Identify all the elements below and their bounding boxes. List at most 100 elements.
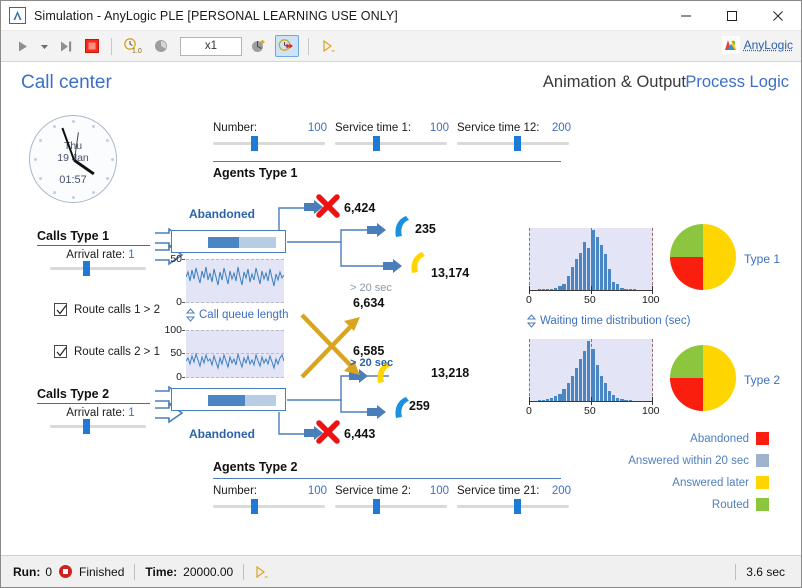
histogram-bars [529,228,653,290]
tab-process-logic[interactable]: Process Logic [685,73,789,92]
histogram-bar [591,349,595,401]
phone-yellow-1-icon [411,252,425,273]
tab-animation-output[interactable]: Animation & Output [543,73,686,92]
slider-value: 200 [551,122,571,134]
abandoned-bottom-cross-icon [316,420,340,444]
slow-down-icon[interactable] [246,34,272,58]
slider-value: 100 [429,122,449,134]
legend-swatch [756,454,769,467]
answered-1-blue-value: 235 [415,222,436,236]
waiting-time-axis-label-group: Waiting time distribution (sec) [527,314,690,328]
histogram-bar [579,252,583,290]
speed-up-icon[interactable] [275,35,299,57]
slider-value: 200 [551,485,571,497]
pie-chart-type-2 [670,345,736,411]
checkbox-route-calls-1-2[interactable]: Route calls 1 > 2 [54,303,160,316]
abandoned-bottom-value: 6,443 [344,427,376,441]
spinner-icon[interactable] [527,314,536,328]
x-tick: 50 [584,294,596,306]
clock-time: 01:57 [59,174,87,186]
time-label: Time: [145,564,178,579]
page-title: Call center [21,72,112,93]
waiting-time-histogram-1: 0 50 100 [526,228,660,306]
anylogic-brand[interactable]: AnyLogic [721,36,793,54]
legend-label: Answered within 20 sec [628,454,749,467]
run-label: Run: [13,564,41,579]
histogram-bar [599,245,603,290]
speed-value[interactable]: x1 [180,36,242,56]
run-value: 0 [45,564,53,579]
realtime-clock-icon[interactable]: 1.0 [118,34,148,58]
histogram-bar [562,389,566,401]
checkbox-route-calls-2-1[interactable]: Route calls 2 > 1 [54,345,160,358]
calls-type-2-group: Calls Type 2 Arrival rate: 1 [37,387,152,434]
run-state: Finished [79,564,125,579]
calls-type-1-rate: Arrival rate: 1 [66,249,135,261]
slider-label: Number: [213,122,258,134]
abandoned-bottom-label: Abandoned [189,427,255,441]
histogram-bar [587,341,591,401]
slider-calls1-arrival-rate[interactable] [50,261,146,276]
stop-icon[interactable] [79,34,105,58]
over-20-sec-bottom-label: > 20 sec [350,357,394,369]
pie-chart-type-1 [670,224,736,290]
anylogic-brand-label: AnyLogic [743,38,793,52]
dropdown-arrow-icon[interactable] [35,34,53,58]
histogram-bar [579,359,583,401]
histogram-bar [603,383,608,401]
x-tick: 0 [526,294,532,306]
anylogic-icon [9,7,26,24]
checkbox-box[interactable] [54,345,67,358]
navigate-icon[interactable] [315,34,341,58]
close-button[interactable] [755,1,801,30]
x-tick: 100 [642,294,660,306]
simulation-clock: Thu 19 Jan 01:57 [29,115,117,203]
x-tick: 50 [584,405,596,417]
step-icon[interactable] [53,34,79,58]
x-tick: 100 [642,405,660,417]
histogram-bar [558,393,562,401]
minimize-button[interactable] [663,1,709,30]
histogram-bar [570,375,574,401]
pie-type-1-label: Type 1 [744,252,781,266]
phone-blue-1-icon [395,216,409,237]
abandoned-top-label: Abandoned [189,207,255,221]
maximize-button[interactable] [709,1,755,30]
routed-up-value: 6,634 [353,296,385,310]
histogram-bar [595,365,599,401]
histogram-bar [612,281,616,290]
run-play-icon[interactable] [9,34,35,58]
calls-type-2-title: Calls Type 2 [37,387,110,401]
virtual-time-icon[interactable] [148,34,176,58]
histogram-bar [607,269,612,290]
legend-swatch [756,432,769,445]
legend-item-abandoned: Abandoned [609,432,769,445]
slider-value: 100 [307,122,327,134]
slider-calls2-arrival-rate[interactable] [50,419,146,434]
anylogic-logo-icon [721,36,740,54]
finished-status-icon [59,565,73,578]
legend-item-routed: Routed [609,498,769,511]
legend-label: Routed [711,498,749,511]
histogram-bar [599,375,603,401]
legend-item-answered-within-20-sec: Answered within 20 sec [609,454,769,467]
x-tick: 0 [526,405,532,417]
arrowhead-answered-2-blue-icon [367,405,386,419]
over-20-sec-top-label: > 20 sec [350,282,392,294]
answered-1-yellow-value: 13,174 [431,266,470,280]
histogram-bar [566,383,570,401]
histogram-bar [574,258,579,290]
histogram-bars [529,339,653,401]
histogram-bar [595,237,599,290]
elapsed-time: 3.6 sec [746,564,785,579]
calls-type-1-group: Calls Type 1 Arrival rate: 1 [37,229,152,276]
histogram-bar [570,267,574,290]
checkbox-label: Route calls 1 > 2 [74,303,160,316]
navigate-icon[interactable] [254,565,268,579]
calls-type-1-title: Calls Type 1 [37,229,110,243]
slider-label: Service time 1: [335,122,412,134]
checkbox-box[interactable] [54,303,67,316]
window-title: Simulation - AnyLogic PLE [PERSONAL LEAR… [34,8,398,23]
histogram-bar [583,242,587,290]
svg-text:1.0: 1.0 [132,48,142,55]
